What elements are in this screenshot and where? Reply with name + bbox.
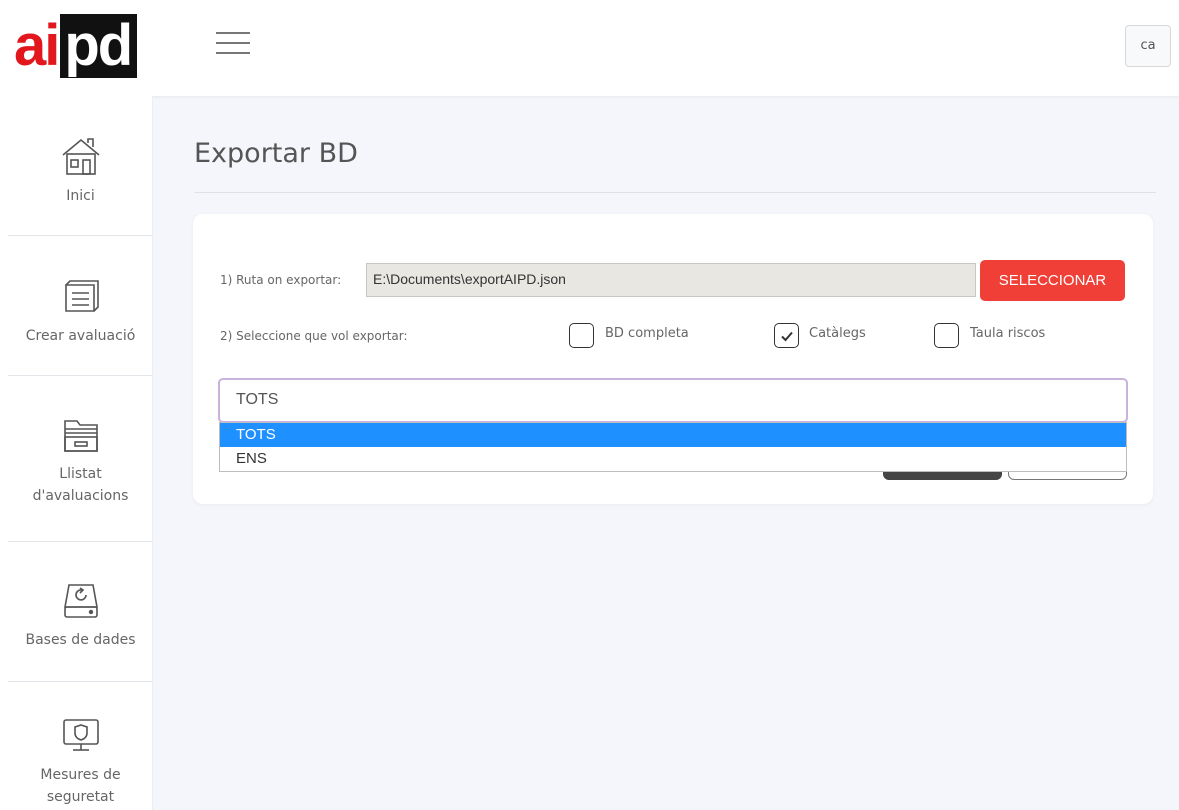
- hamburger-menu-icon[interactable]: [216, 32, 250, 58]
- export-path-input[interactable]: E:\Documents\exportAIPD.json: [366, 263, 976, 297]
- sidebar-divider: [8, 235, 153, 236]
- checkbox-bd-completa[interactable]: [569, 323, 594, 348]
- logo-text-ai: ai: [14, 13, 60, 78]
- catalog-select[interactable]: TOTS: [218, 378, 1128, 423]
- sidebar-item-llistat-avaluacions[interactable]: Llistat d'avaluacions: [8, 404, 153, 514]
- sidebar-item-crear-avaluacio[interactable]: Crear avaluació: [8, 268, 153, 352]
- export-path-label: 1) Ruta on exportar:: [220, 273, 342, 287]
- select-path-button[interactable]: SELECCIONAR: [980, 260, 1125, 301]
- sidebar-item-label: Inici: [66, 188, 95, 204]
- aipd-logo[interactable]: ai pd: [14, 13, 138, 78]
- sidebar-item-label: Bases de dades: [25, 632, 136, 648]
- sidebar-item-label: Mesures de seguretat: [40, 767, 121, 805]
- database-icon: [58, 577, 104, 623]
- logo-text-pd: pd: [60, 14, 138, 78]
- checkbox-label-catalegs: Catàlegs: [809, 326, 866, 341]
- sidebar-divider: [8, 375, 153, 376]
- catalog-select-options: TOTS ENS: [219, 422, 1127, 472]
- sidebar-item-bases-de-dades[interactable]: Bases de dades: [8, 574, 153, 654]
- page-title: Exportar BD: [194, 138, 358, 169]
- sidebar-item-label: Llistat d'avaluacions: [32, 466, 129, 504]
- form-icon: [58, 273, 104, 319]
- select-option-tots[interactable]: TOTS: [220, 423, 1126, 447]
- export-what-label: 2) Seleccione que vol exportar:: [220, 329, 408, 343]
- checkbox-catalegs[interactable]: [774, 323, 799, 348]
- sidebar-divider: [8, 681, 153, 682]
- top-header: ai pd ca: [0, 0, 1179, 96]
- folder-icon: [58, 411, 104, 457]
- home-icon: [58, 133, 104, 179]
- checkbox-label-bd-completa: BD completa: [605, 326, 689, 341]
- sidebar-item-mesures-seguretat[interactable]: Mesures de seguretat: [8, 712, 153, 808]
- select-option-ens[interactable]: ENS: [220, 447, 1126, 471]
- monitor-shield-icon: [58, 712, 104, 758]
- checkbox-taula-riscos[interactable]: [934, 323, 959, 348]
- checkbox-label-taula-riscos: Taula riscos: [970, 326, 1046, 341]
- language-button[interactable]: ca: [1125, 25, 1171, 67]
- check-icon: [780, 331, 793, 341]
- sidebar-item-inici[interactable]: Inici: [8, 128, 153, 212]
- sidebar-item-label: Crear avaluació: [25, 328, 136, 344]
- title-divider: [194, 192, 1156, 193]
- sidebar-divider: [8, 541, 153, 542]
